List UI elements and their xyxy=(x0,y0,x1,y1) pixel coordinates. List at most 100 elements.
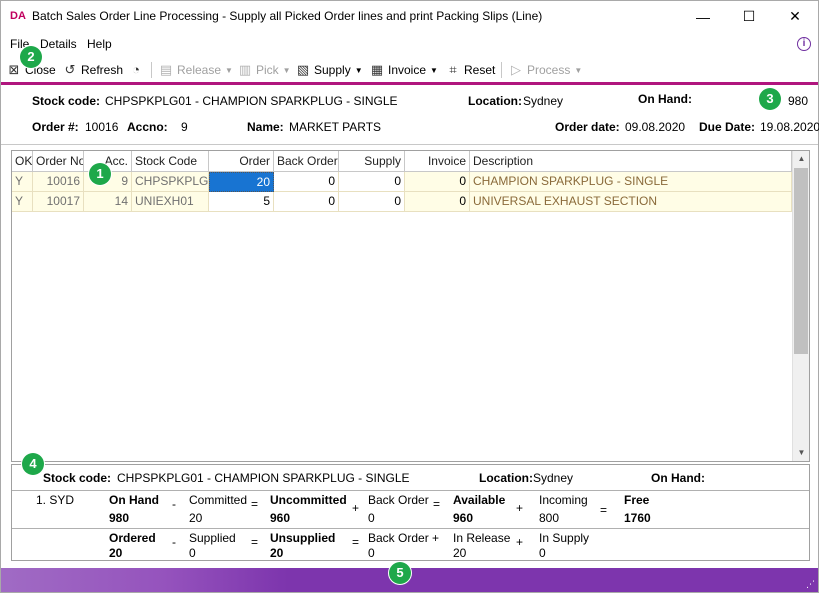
supply-button[interactable]: ▧ Supply ▼ xyxy=(295,61,363,79)
sum-on-hand-value: 980 xyxy=(109,511,130,525)
op-minus: - xyxy=(172,535,176,549)
sum-uncommitted-value: 960 xyxy=(270,511,291,525)
maximize-button[interactable]: ☐ xyxy=(726,1,772,32)
accent-divider xyxy=(1,82,818,85)
sum-back-order-label: Back Order xyxy=(368,493,429,507)
stock-summary-panel: Stock code: CHPSPKPLG01 - CHAMPION SPARK… xyxy=(11,464,810,561)
accno-label: Accno: xyxy=(127,120,168,134)
sum-incoming-value: 800 xyxy=(539,511,560,525)
pick-button[interactable]: ▥ Pick ▼ xyxy=(237,61,291,79)
invoice-button-label: Invoice xyxy=(388,63,427,77)
annotation-badge-3: 3 xyxy=(759,88,781,110)
invoice-icon: ▦ xyxy=(370,62,384,77)
column-header-invoice[interactable]: Invoice xyxy=(405,151,470,172)
cell-supply[interactable]: 0 xyxy=(339,192,405,212)
cell-back-order[interactable]: 0 xyxy=(274,172,339,192)
cell-order-no[interactable]: 10017 xyxy=(33,192,84,212)
op-plus: + xyxy=(516,535,524,549)
chart-button[interactable]: ◔ xyxy=(128,61,147,79)
cell-supply[interactable]: 0 xyxy=(339,172,405,192)
cell-stock-code[interactable]: UNIEXH01 xyxy=(132,192,209,212)
order-date-label: Order date: xyxy=(555,120,620,134)
scroll-up-icon[interactable]: ▲ xyxy=(793,151,810,167)
cell-invoice[interactable]: 0 xyxy=(405,192,470,212)
stock-code-value: CHPSPKPLG01 - CHAMPION SPARKPLUG - SINGL… xyxy=(105,94,398,108)
header-divider xyxy=(1,144,818,145)
location-value: Sydney xyxy=(523,94,564,108)
sum-unsupplied-value: 20 xyxy=(270,546,284,560)
column-header-order-no[interactable]: Order No xyxy=(33,151,84,172)
toolbar-separator xyxy=(151,62,152,78)
process-button-label: Process xyxy=(527,63,571,77)
minimize-button[interactable]: — xyxy=(680,1,726,32)
sum-back-order2-value: 0 xyxy=(368,546,375,560)
column-header-stock-code[interactable]: Stock Code xyxy=(132,151,209,172)
supply-icon: ▧ xyxy=(296,62,310,77)
refresh-icon: ↺ xyxy=(64,62,76,77)
pick-button-label: Pick xyxy=(256,63,279,77)
scroll-down-icon[interactable]: ▼ xyxy=(793,445,810,461)
process-button[interactable]: ▷ Process ▼ xyxy=(508,61,582,79)
sum-supplied-label: Supplied xyxy=(189,531,236,545)
on-hand-value: 980 xyxy=(788,94,809,108)
cell-ok[interactable]: Y xyxy=(12,192,33,212)
column-header-description[interactable]: Description xyxy=(470,151,792,172)
close-window-button[interactable]: ✕ xyxy=(772,1,818,32)
info-icon[interactable]: i xyxy=(797,37,811,51)
cell-order[interactable]: 5 xyxy=(209,192,274,212)
sum-incoming-label: Incoming xyxy=(539,493,588,507)
reset-button-label: Reset xyxy=(464,63,496,77)
op-equals: = xyxy=(352,535,360,549)
process-dropdown-icon: ▼ xyxy=(574,65,583,75)
column-header-ok[interactable]: OK xyxy=(12,151,33,172)
table-row[interactable]: Y 10016 9 CHPSPKPLG... 20 0 0 0 CHAMPION… xyxy=(12,172,792,192)
menu-details[interactable]: Details xyxy=(40,37,77,51)
resize-grip-icon[interactable]: ⋰ xyxy=(806,579,815,590)
play-icon: ▷ xyxy=(511,62,521,77)
sum-in-supply-value: 0 xyxy=(539,546,546,560)
due-date-value: 19.08.2020 xyxy=(760,120,819,134)
release-dropdown-icon: ▼ xyxy=(225,65,233,75)
annotation-badge-2: 2 xyxy=(20,46,42,68)
close-doc-icon: ⊠ xyxy=(8,62,20,77)
toolbar-separator xyxy=(501,62,502,78)
refresh-button[interactable]: ↺ Refresh xyxy=(62,61,123,79)
menu-help[interactable]: Help xyxy=(87,37,112,51)
column-header-supply[interactable]: Supply xyxy=(339,151,405,172)
name-value: MARKET PARTS xyxy=(289,120,382,134)
cell-acc[interactable]: 14 xyxy=(84,192,132,212)
application-window: DA Batch Sales Order Line Processing - S… xyxy=(0,0,819,593)
annotation-badge-1: 1 xyxy=(89,163,111,185)
summary-location-label: Location: xyxy=(479,471,533,485)
warehouse-label: 1. SYD xyxy=(36,493,75,507)
release-button[interactable]: ▤ Release ▼ xyxy=(158,61,233,79)
cell-invoice[interactable]: 0 xyxy=(405,172,470,192)
cell-ok[interactable]: Y xyxy=(12,172,33,192)
column-header-back-order[interactable]: Back Order xyxy=(274,151,339,172)
vertical-scrollbar[interactable]: ▲ ▼ xyxy=(792,151,809,461)
annotation-badge-5: 5 xyxy=(389,562,411,584)
sum-available-label: Available xyxy=(453,493,506,507)
cell-back-order[interactable]: 0 xyxy=(274,192,339,212)
order-lines-grid[interactable]: OK Order No Acc. Stock Code Order Back O… xyxy=(11,150,810,462)
summary-stock-code-value: CHPSPKPLG01 - CHAMPION SPARKPLUG - SINGL… xyxy=(117,471,410,485)
table-row[interactable]: Y 10017 14 UNIEXH01 5 0 0 0 UNIVERSAL EX… xyxy=(12,192,792,212)
sum-on-hand-label: On Hand xyxy=(109,493,159,507)
order-no-value: 10016 xyxy=(85,120,119,134)
invoice-dropdown-icon: ▼ xyxy=(430,65,438,75)
op-equals: = xyxy=(251,497,259,511)
refresh-button-label: Refresh xyxy=(81,63,124,77)
invoice-button[interactable]: ▦ Invoice ▼ xyxy=(369,61,438,79)
cell-order-no[interactable]: 10016 xyxy=(33,172,84,192)
order-date-value: 09.08.2020 xyxy=(625,120,686,134)
op-equals: = xyxy=(433,497,441,511)
cell-description[interactable]: CHAMPION SPARKPLUG - SINGLE xyxy=(470,172,792,192)
cell-description[interactable]: UNIVERSAL EXHAUST SECTION xyxy=(470,192,792,212)
cell-stock-code[interactable]: CHPSPKPLG... xyxy=(132,172,209,192)
column-header-order[interactable]: Order xyxy=(209,151,274,172)
reset-button[interactable]: ⌗ Reset xyxy=(445,61,495,79)
sum-supplied-value: 0 xyxy=(189,546,196,560)
scrollbar-thumb[interactable] xyxy=(794,168,808,354)
sum-free-value: 1760 xyxy=(624,511,651,525)
cell-order-selected[interactable]: 20 xyxy=(209,172,274,192)
